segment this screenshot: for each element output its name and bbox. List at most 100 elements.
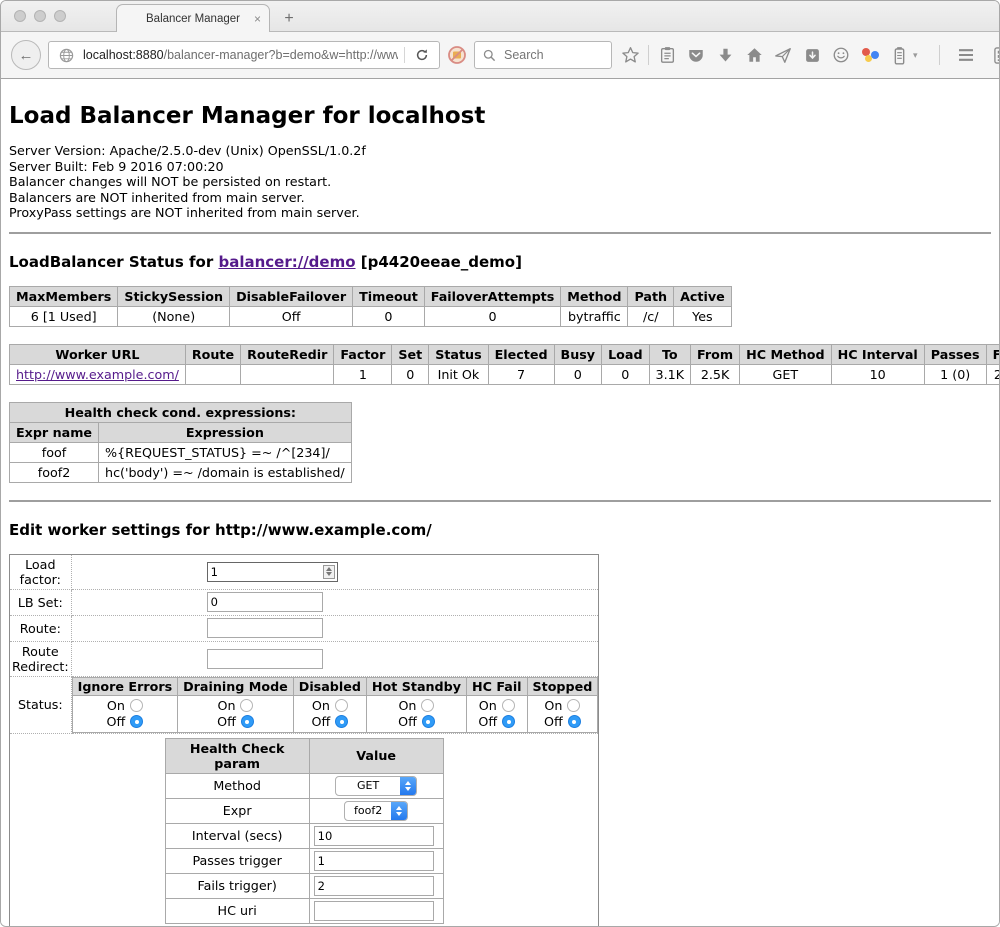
hc-fails-label: Fails trigger)	[165, 873, 309, 898]
ignore-errors-off-radio[interactable]	[130, 715, 143, 728]
server-built-line: Server Built: Feb 9 2016 07:00:20	[9, 159, 991, 175]
hc-fail-on-radio[interactable]	[502, 699, 515, 712]
status-column-header: HC Fail	[466, 677, 527, 695]
form-row-lb-set: LB Set:	[10, 589, 599, 615]
column-header: Factor	[334, 344, 392, 364]
cell-from: 2.5K	[691, 364, 740, 384]
pocket-icon[interactable]	[685, 44, 707, 66]
edit-worker-form-table: Load factor: LB Set: Route: Route Redire…	[9, 554, 599, 927]
feedback-smiley-icon[interactable]	[830, 44, 852, 66]
table-header-row: Expr name Expression	[10, 422, 352, 442]
heading-suffix: [p4420eeae_demo]	[356, 253, 522, 271]
heading-prefix: LoadBalancer Status for	[9, 253, 218, 271]
content-blocked-icon[interactable]	[447, 45, 467, 65]
hc-fail-off-radio[interactable]	[502, 715, 515, 728]
tile-grid-icon[interactable]	[992, 44, 1000, 66]
loadbalancer-status-heading: LoadBalancer Status for balancer://demo …	[9, 253, 991, 271]
route-redirect-label: Route Redirect:	[10, 641, 72, 676]
battery-status-icon[interactable]	[888, 44, 910, 66]
back-icon: ←	[19, 47, 34, 64]
cell-busy: 0	[554, 364, 602, 384]
hc-method-select[interactable]: GET	[335, 776, 417, 796]
hc-expr-select[interactable]: foof2	[344, 801, 408, 821]
hc-value-header: Value	[309, 738, 443, 773]
cell-routeredir	[241, 364, 334, 384]
url-bar[interactable]: localhost:8880/balancer-manager?b=demo&w…	[48, 41, 440, 69]
balancer-demo-link[interactable]: balancer://demo	[218, 253, 355, 271]
tab-bar: Balancer Manager × +	[1, 1, 999, 32]
radio-off-label: Off	[311, 714, 330, 729]
route-input[interactable]	[207, 618, 323, 638]
worker-url-link[interactable]: http://www.example.com/	[16, 367, 179, 382]
cell-timeout: 0	[353, 306, 425, 326]
stopped-on-radio[interactable]	[567, 699, 580, 712]
search-input[interactable]	[502, 47, 596, 63]
new-tab-button[interactable]: +	[279, 10, 299, 28]
globe-icon	[55, 44, 77, 66]
ignore-errors-on-radio[interactable]	[130, 699, 143, 712]
number-stepper-icon[interactable]	[323, 565, 335, 579]
column-header: StickySession	[118, 286, 230, 306]
hc-passes-input[interactable]	[314, 851, 434, 871]
draining-mode-on-radio[interactable]	[240, 699, 253, 712]
disabled-off-radio[interactable]	[335, 715, 348, 728]
status-flags-table: Ignore Errors Draining Mode Disabled Hot…	[72, 677, 599, 733]
hc-interval-input[interactable]	[314, 826, 434, 846]
column-header: HC Interval	[831, 344, 924, 364]
column-header: MaxMembers	[10, 286, 118, 306]
column-header: Expression	[99, 422, 352, 442]
menu-hamburger-icon[interactable]	[955, 44, 977, 66]
hc-uri-input[interactable]	[314, 901, 434, 921]
hc-method-label: Method	[165, 773, 309, 798]
window-minimize-button[interactable]	[34, 10, 46, 22]
hc-method-selected-value: GET	[336, 777, 400, 795]
hc-row-expr: Expr foof2	[165, 798, 443, 823]
hot-standby-on-radio[interactable]	[421, 699, 434, 712]
hc-row-interval: Interval (secs)	[165, 823, 443, 848]
url-path: /balancer-manager?b=demo&w=http://www.ex…	[164, 48, 398, 62]
downloads-icon[interactable]	[714, 44, 736, 66]
hc-params-table: Health Check param Value Method GET	[165, 738, 444, 924]
cell-load: 0	[602, 364, 649, 384]
extension-colored-dots-icon[interactable]	[859, 44, 881, 66]
cell-expr-name: foof2	[10, 462, 99, 482]
form-row-status: Status: Ignore Errors Draining Mode Disa…	[10, 676, 599, 733]
search-bar[interactable]	[474, 41, 612, 69]
column-header: FailoverAttempts	[424, 286, 561, 306]
hc-fails-input[interactable]	[314, 876, 434, 896]
bookmark-star-icon[interactable]	[619, 44, 641, 66]
cell-hc-method: GET	[740, 364, 831, 384]
window-close-button[interactable]	[14, 10, 26, 22]
stopped-off-radio[interactable]	[568, 715, 581, 728]
bookmarks-clipboard-icon[interactable]	[656, 44, 678, 66]
reading-list-icon[interactable]	[801, 44, 823, 66]
table-row: http://www.example.com/ 1 0 Init Ok 7 0 …	[10, 364, 1000, 384]
hot-standby-off-radio[interactable]	[422, 715, 435, 728]
load-factor-input[interactable]	[207, 562, 338, 582]
cell-to: 3.1K	[649, 364, 691, 384]
radio-off-label: Off	[217, 714, 236, 729]
column-header: Status	[429, 344, 488, 364]
tab-title: Balancer Manager	[146, 13, 240, 25]
back-button[interactable]: ←	[11, 40, 41, 70]
send-tab-icon[interactable]	[772, 44, 794, 66]
tab-balancer-manager[interactable]: Balancer Manager ×	[116, 4, 270, 32]
battery-dropdown-caret-icon[interactable]: ▾	[913, 50, 918, 61]
reload-icon[interactable]	[411, 44, 433, 66]
cell-expression: %{REQUEST_STATUS} =~ /^[234]/	[99, 442, 352, 462]
disabled-on-radio[interactable]	[335, 699, 348, 712]
url-text[interactable]: localhost:8880/balancer-manager?b=demo&w…	[83, 48, 398, 62]
window-zoom-button[interactable]	[54, 10, 66, 22]
home-icon[interactable]	[743, 44, 765, 66]
cell-expression: hc('body') =~ /domain is established/	[99, 462, 352, 482]
select-chevrons-icon	[400, 777, 416, 795]
cell-stickysession: (None)	[118, 306, 230, 326]
page-title: Load Balancer Manager for localhost	[9, 103, 991, 129]
cell-set: 0	[392, 364, 429, 384]
route-redirect-input[interactable]	[207, 649, 323, 669]
status-column-header: Disabled	[293, 677, 366, 695]
tab-close-icon[interactable]: ×	[254, 12, 261, 26]
draining-mode-off-radio[interactable]	[241, 715, 254, 728]
lb-set-input[interactable]	[207, 592, 323, 612]
hc-expr-selected-value: foof2	[345, 802, 391, 820]
